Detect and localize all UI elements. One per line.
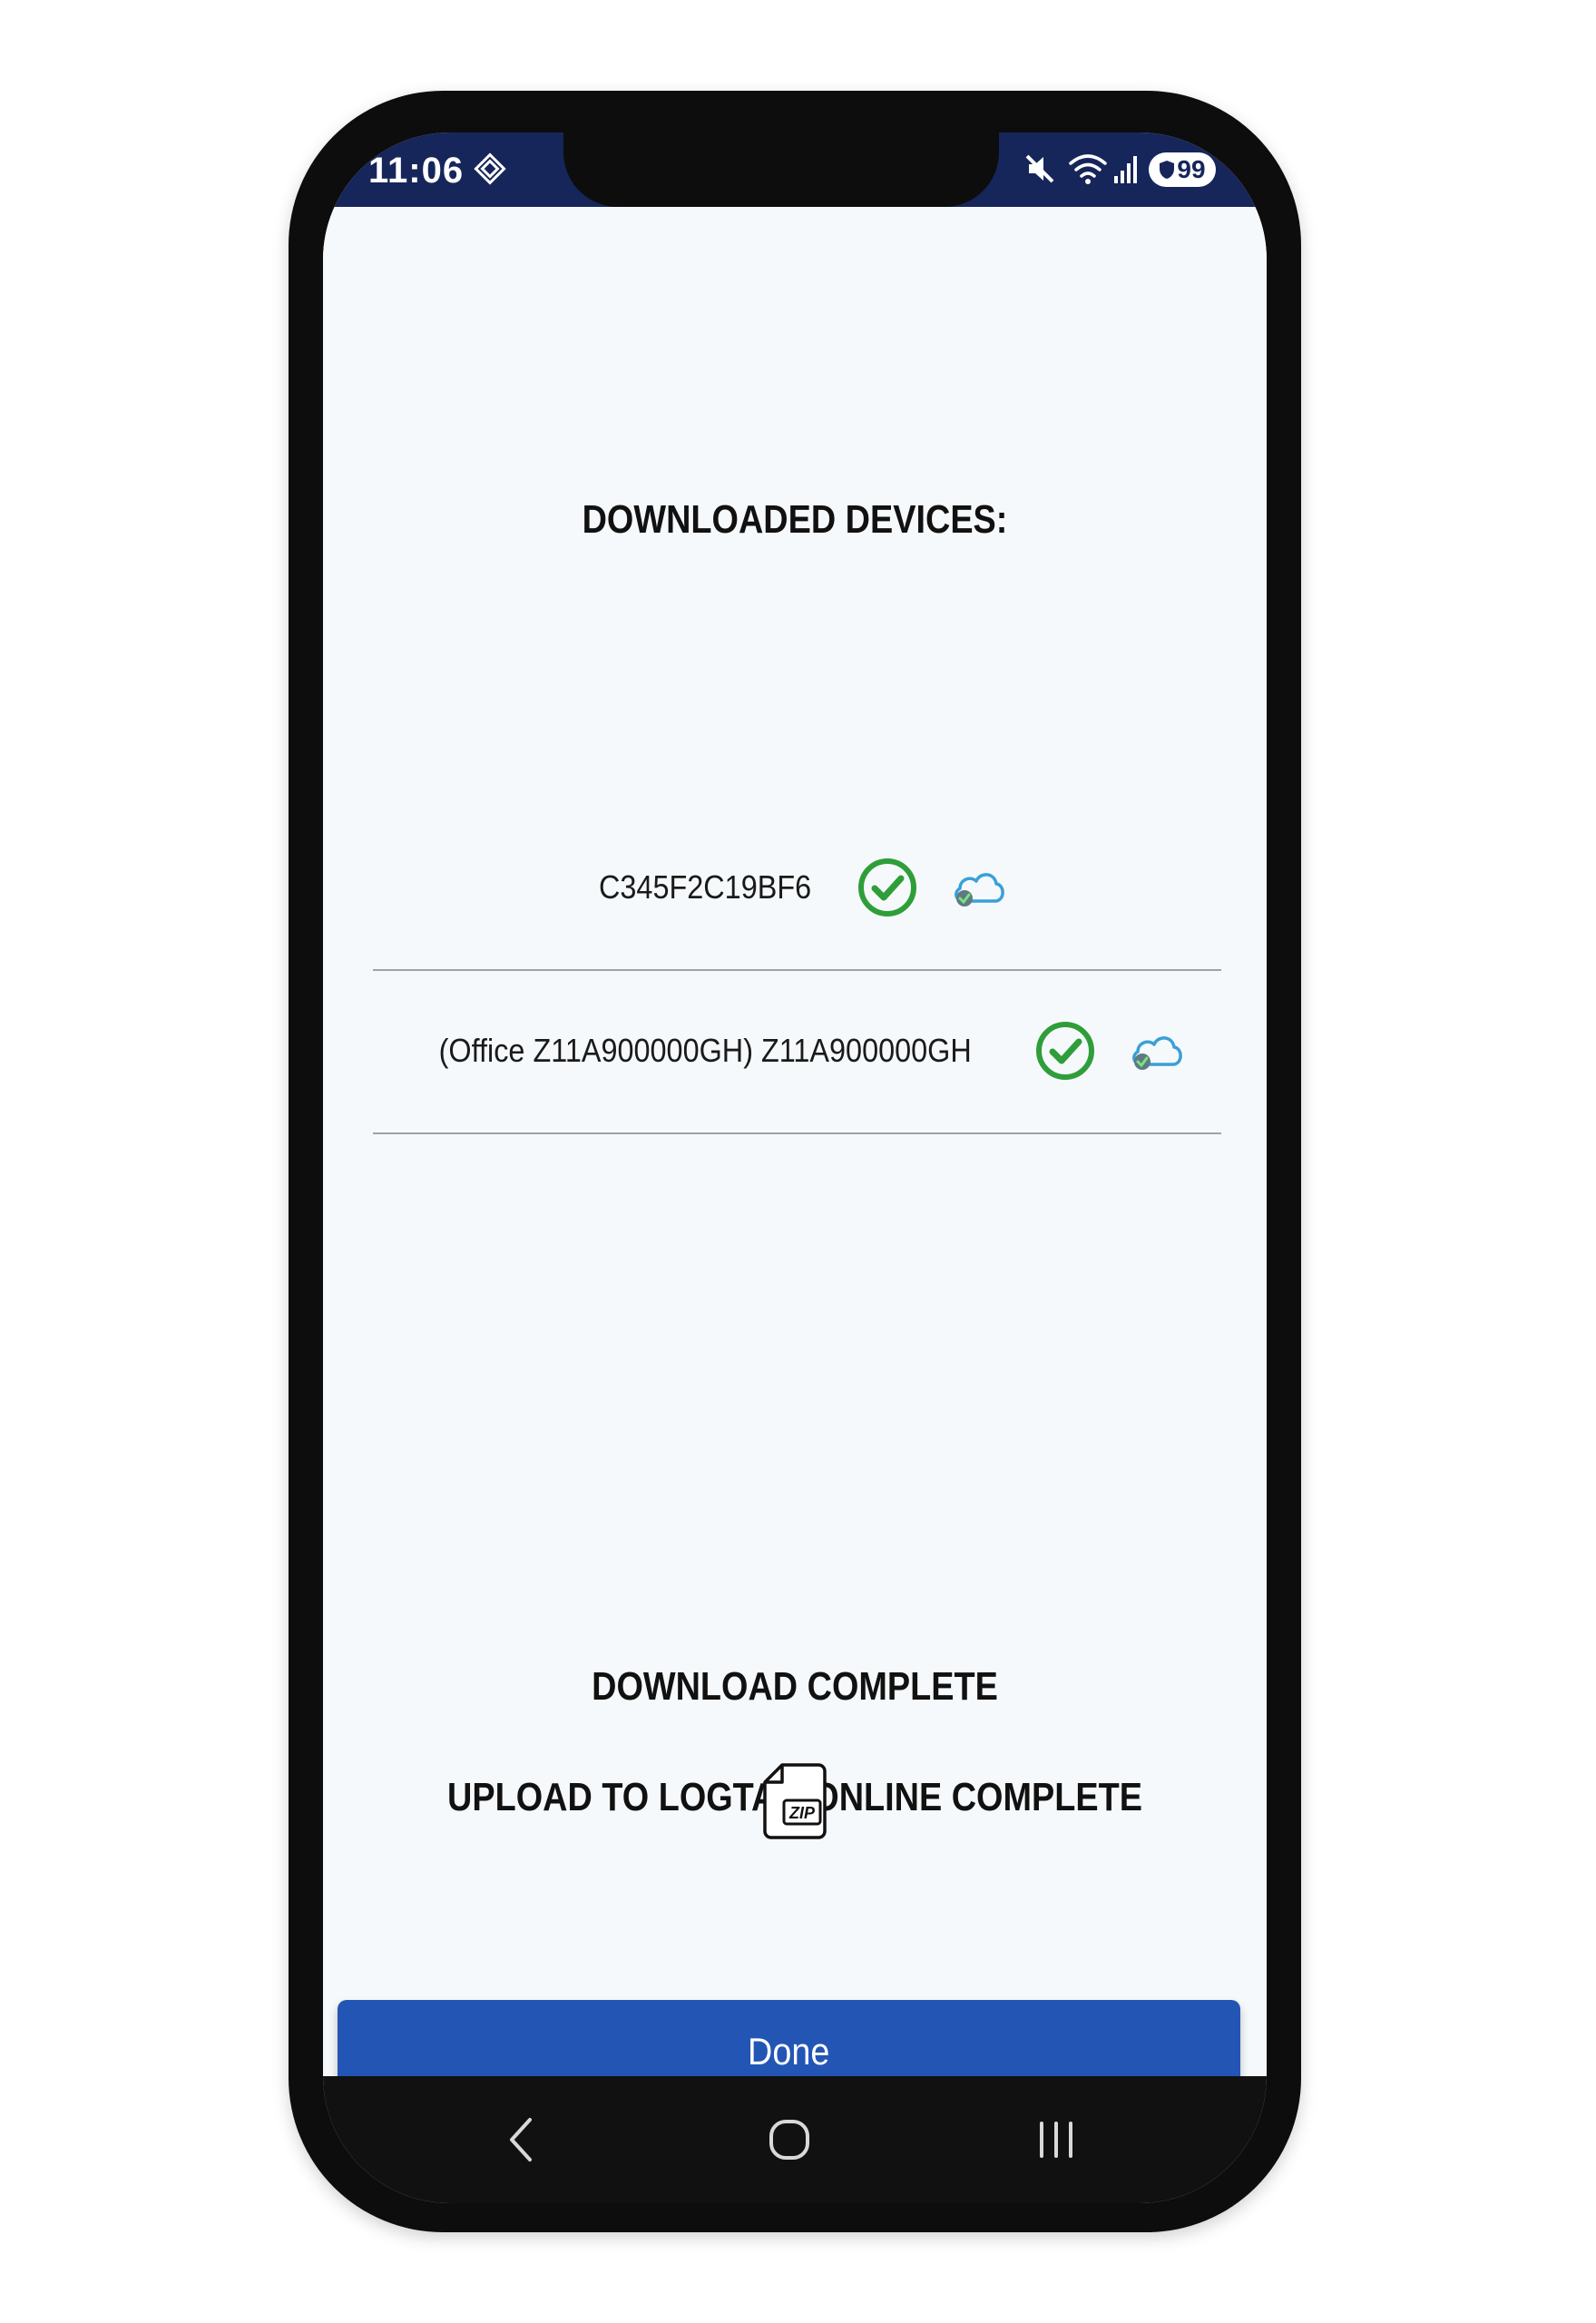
main-content: DOWNLOADED DEVICES: C345F2C19BF6 (Office… [323, 207, 1267, 2103]
back-chevron-icon [510, 2118, 532, 2161]
device-label: (Office Z11A900000GH) Z11A900000GH [438, 1032, 973, 1069]
device-row[interactable]: (Office Z11A900000GH) Z11A900000GH [373, 969, 1221, 1134]
status-time: 11:06 [368, 151, 465, 191]
nav-back-button[interactable] [485, 2103, 557, 2176]
wifi-icon [1069, 154, 1107, 184]
shield-icon [1160, 161, 1175, 179]
phone-screen: 11:06 99 DOWNLOADED DEVICES: C345F2C19BF… [323, 132, 1267, 2203]
system-navigation-bar [323, 2076, 1267, 2203]
device-label: C345F2C19BF6 [599, 868, 812, 906]
recents-icon [1040, 2122, 1072, 2158]
zip-file-label: ZIP [788, 1804, 816, 1822]
app-notification-icon [474, 152, 506, 185]
zip-file-icon[interactable]: ZIP [762, 1762, 827, 1840]
signal-icon [1114, 156, 1137, 183]
nav-recents-button[interactable] [1020, 2103, 1092, 2176]
done-button-label: Done [748, 2030, 830, 2073]
cloud-uploaded-icon [1131, 1036, 1182, 1070]
download-status: DOWNLOAD COMPLETE [592, 1664, 998, 1709]
cloud-uploaded-icon [954, 873, 1004, 907]
page-title: DOWNLOADED DEVICES: [582, 497, 1008, 542]
check-circle-icon [1035, 1022, 1094, 1080]
battery-indicator: 99 [1149, 152, 1216, 187]
phone-frame: 11:06 99 DOWNLOADED DEVICES: C345F2C19BF… [289, 91, 1301, 2232]
device-row[interactable]: C345F2C19BF6 [373, 806, 1221, 971]
mute-icon [1025, 154, 1054, 183]
nav-home-button[interactable] [753, 2103, 826, 2176]
home-icon [769, 2120, 809, 2160]
check-circle-icon [857, 858, 916, 916]
battery-level: 99 [1177, 155, 1206, 183]
camera-notch [563, 132, 999, 207]
status-bar: 11:06 99 [323, 132, 1267, 207]
